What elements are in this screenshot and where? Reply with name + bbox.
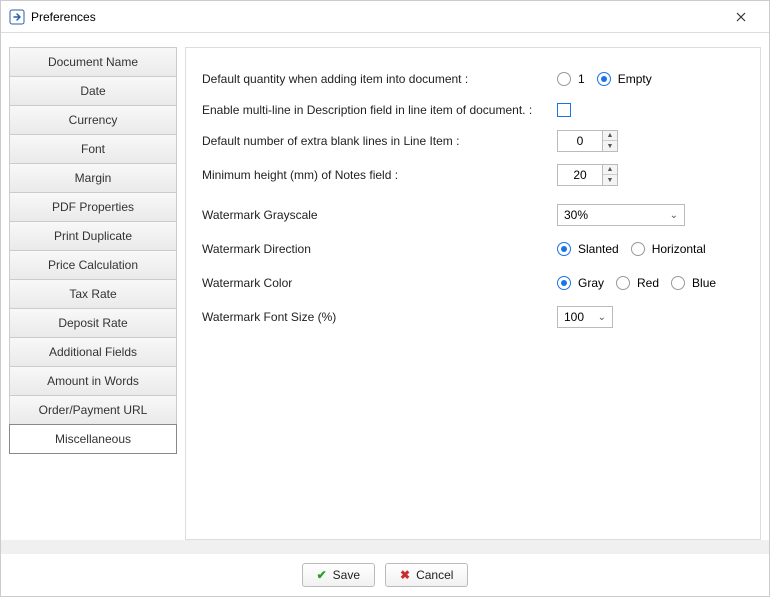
radio-label-horizontal: Horizontal <box>652 242 706 256</box>
spinner-blank-lines: ▲ ▼ <box>557 130 618 152</box>
label-wm-grayscale: Watermark Grayscale <box>202 208 557 222</box>
titlebar: Preferences <box>1 1 769 33</box>
radio-color-blue[interactable] <box>671 276 685 290</box>
row-blank-lines: Default number of extra blank lines in L… <box>202 124 744 158</box>
row-wm-grayscale: Watermark Grayscale 30% ⌄ <box>202 198 744 232</box>
check-icon: ✔ <box>317 568 327 582</box>
input-notes-height[interactable] <box>557 164 603 186</box>
radio-label-gray: Gray <box>578 276 604 290</box>
radio-label-blue: Blue <box>692 276 716 290</box>
preferences-window: Preferences Document Name Date Currency … <box>0 0 770 597</box>
row-wm-color: Watermark Color Gray Red Blue <box>202 266 744 300</box>
row-notes-height: Minimum height (mm) of Notes field : ▲ ▼ <box>202 158 744 192</box>
chevron-down-icon: ⌄ <box>670 210 678 221</box>
radio-group-wm-color: Gray Red Blue <box>557 276 724 290</box>
checkbox-multiline[interactable] <box>557 103 571 117</box>
sidebar-item-deposit-rate[interactable]: Deposit Rate <box>9 308 177 338</box>
row-multiline: Enable multi-line in Description field i… <box>202 96 744 124</box>
save-button[interactable]: ✔ Save <box>302 563 375 587</box>
sidebar-item-amount-in-words[interactable]: Amount in Words <box>9 366 177 396</box>
content-area: Document Name Date Currency Font Margin … <box>1 33 769 540</box>
window-body: Document Name Date Currency Font Margin … <box>1 33 769 596</box>
spinner-down-blank-lines[interactable]: ▼ <box>603 141 617 151</box>
label-notes-height: Minimum height (mm) of Notes field : <box>202 168 557 182</box>
sidebar-item-document-name[interactable]: Document Name <box>9 47 177 77</box>
radio-color-gray[interactable] <box>557 276 571 290</box>
save-button-label: Save <box>333 568 360 582</box>
radio-qty-empty[interactable] <box>597 72 611 86</box>
sidebar-item-currency[interactable]: Currency <box>9 105 177 135</box>
label-wm-color: Watermark Color <box>202 276 557 290</box>
radio-label-qty-one: 1 <box>578 72 585 86</box>
row-wm-fontsize: Watermark Font Size (%) 100 ⌄ <box>202 300 744 334</box>
sidebar-item-margin[interactable]: Margin <box>9 163 177 193</box>
spinner-buttons-blank-lines: ▲ ▼ <box>603 130 618 152</box>
radio-color-red[interactable] <box>616 276 630 290</box>
main-panel: Default quantity when adding item into d… <box>185 47 761 540</box>
input-blank-lines[interactable] <box>557 130 603 152</box>
radio-group-default-quantity: 1 Empty <box>557 72 660 86</box>
spinner-buttons-notes-height: ▲ ▼ <box>603 164 618 186</box>
sidebar-item-font[interactable]: Font <box>9 134 177 164</box>
select-wm-grayscale[interactable]: 30% ⌄ <box>557 204 685 226</box>
app-icon <box>9 9 25 25</box>
footer: ✔ Save ✖ Cancel <box>1 554 769 596</box>
radio-qty-one[interactable] <box>557 72 571 86</box>
sidebar-item-additional-fields[interactable]: Additional Fields <box>9 337 177 367</box>
chevron-down-icon: ⌄ <box>598 312 606 323</box>
sidebar: Document Name Date Currency Font Margin … <box>9 47 177 540</box>
spinner-down-notes-height[interactable]: ▼ <box>603 175 617 185</box>
sidebar-item-price-calculation[interactable]: Price Calculation <box>9 250 177 280</box>
sidebar-item-pdf-properties[interactable]: PDF Properties <box>9 192 177 222</box>
spinner-up-blank-lines[interactable]: ▲ <box>603 131 617 141</box>
select-wm-fontsize-value: 100 <box>564 310 584 324</box>
label-multiline: Enable multi-line in Description field i… <box>202 103 557 117</box>
window-title: Preferences <box>31 10 721 24</box>
label-blank-lines: Default number of extra blank lines in L… <box>202 134 557 148</box>
x-icon: ✖ <box>400 568 410 582</box>
radio-label-slanted: Slanted <box>578 242 619 256</box>
close-button[interactable] <box>721 2 761 32</box>
select-wm-grayscale-value: 30% <box>564 208 588 222</box>
sidebar-item-order-payment-url[interactable]: Order/Payment URL <box>9 395 177 425</box>
sidebar-item-miscellaneous[interactable]: Miscellaneous <box>9 424 177 454</box>
label-wm-fontsize: Watermark Font Size (%) <box>202 310 557 324</box>
radio-direction-horizontal[interactable] <box>631 242 645 256</box>
row-wm-direction: Watermark Direction Slanted Horizontal <box>202 232 744 266</box>
label-default-quantity: Default quantity when adding item into d… <box>202 72 557 86</box>
radio-label-red: Red <box>637 276 659 290</box>
radio-direction-slanted[interactable] <box>557 242 571 256</box>
spinner-up-notes-height[interactable]: ▲ <box>603 165 617 175</box>
radio-group-wm-direction: Slanted Horizontal <box>557 242 714 256</box>
sidebar-item-date[interactable]: Date <box>9 76 177 106</box>
label-wm-direction: Watermark Direction <box>202 242 557 256</box>
sidebar-item-print-duplicate[interactable]: Print Duplicate <box>9 221 177 251</box>
row-default-quantity: Default quantity when adding item into d… <box>202 62 744 96</box>
cancel-button[interactable]: ✖ Cancel <box>385 563 468 587</box>
spinner-notes-height: ▲ ▼ <box>557 164 618 186</box>
sidebar-item-tax-rate[interactable]: Tax Rate <box>9 279 177 309</box>
cancel-button-label: Cancel <box>416 568 453 582</box>
horizontal-scrollbar[interactable] <box>1 540 769 554</box>
select-wm-fontsize[interactable]: 100 ⌄ <box>557 306 613 328</box>
radio-label-qty-empty: Empty <box>618 72 652 86</box>
